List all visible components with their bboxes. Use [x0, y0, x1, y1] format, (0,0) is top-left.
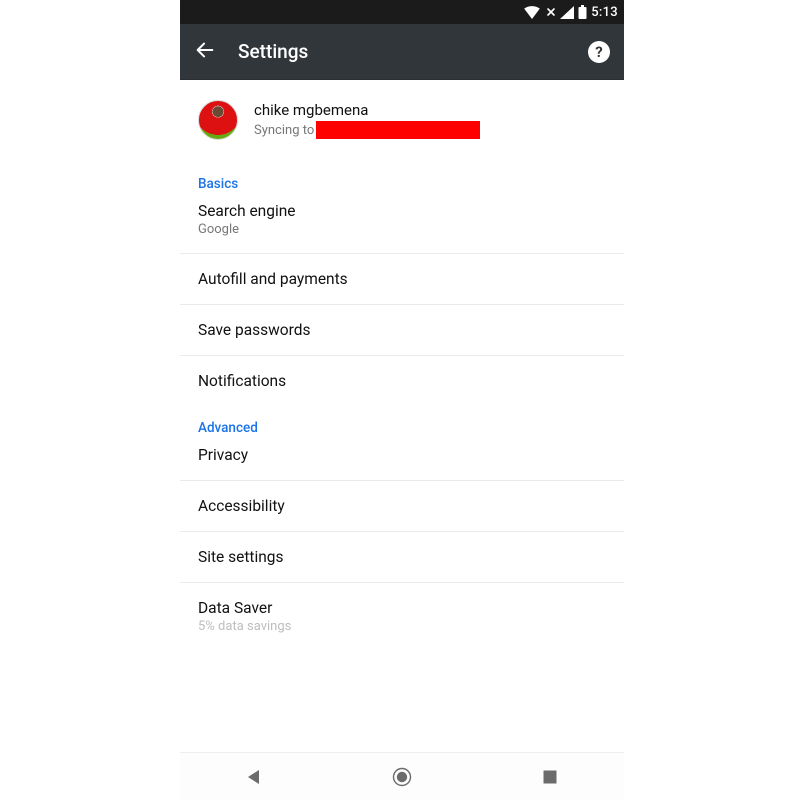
item-autofill-payments[interactable]: Autofill and payments [180, 254, 624, 305]
nav-back-icon[interactable] [230, 753, 278, 801]
cell-signal-icon [560, 6, 574, 19]
avatar [198, 100, 238, 140]
redacted-email [316, 121, 480, 139]
help-icon[interactable]: ? [588, 41, 610, 63]
item-privacy[interactable]: Privacy [180, 438, 624, 481]
item-label: Autofill and payments [198, 270, 606, 288]
item-sublabel: Google [198, 222, 606, 237]
item-save-passwords[interactable]: Save passwords [180, 305, 624, 356]
section-header-advanced: Advanced [180, 406, 624, 438]
nav-home-icon[interactable] [378, 753, 426, 801]
item-label: Privacy [198, 446, 606, 464]
item-data-saver[interactable]: Data Saver 5% data savings [180, 583, 624, 634]
page-title: Settings [238, 40, 566, 63]
status-time: 5:13 [591, 5, 618, 20]
item-label: Site settings [198, 548, 606, 566]
item-label: Data Saver [198, 599, 606, 617]
item-search-engine[interactable]: Search engine Google [180, 194, 624, 254]
android-nav-bar [180, 752, 624, 800]
item-label: Search engine [198, 202, 606, 220]
item-label: Notifications [198, 372, 606, 390]
item-label: Save passwords [198, 321, 606, 339]
wifi-icon [524, 6, 540, 19]
item-notifications[interactable]: Notifications [180, 356, 624, 406]
item-label: Accessibility [198, 497, 606, 515]
battery-icon [578, 5, 587, 19]
item-accessibility[interactable]: Accessibility [180, 481, 624, 532]
sync-prefix: Syncing to [254, 123, 314, 138]
section-header-basics: Basics [180, 162, 624, 194]
account-row[interactable]: chike mgbemena Syncing to [180, 80, 624, 162]
account-sync-status: Syncing to [254, 121, 606, 139]
item-sublabel: 5% data savings [198, 619, 606, 634]
settings-list[interactable]: chike mgbemena Syncing to Basics Search … [180, 80, 624, 752]
nav-recent-icon[interactable] [526, 753, 574, 801]
cell-nodata-icon [546, 7, 556, 17]
account-name: chike mgbemena [254, 101, 606, 119]
back-icon[interactable] [194, 39, 216, 65]
phone-frame: 5:13 Settings ? chike mgbemena Syncing t… [180, 0, 624, 800]
item-site-settings[interactable]: Site settings [180, 532, 624, 583]
app-bar: Settings ? [180, 24, 624, 80]
status-bar: 5:13 [180, 0, 624, 24]
